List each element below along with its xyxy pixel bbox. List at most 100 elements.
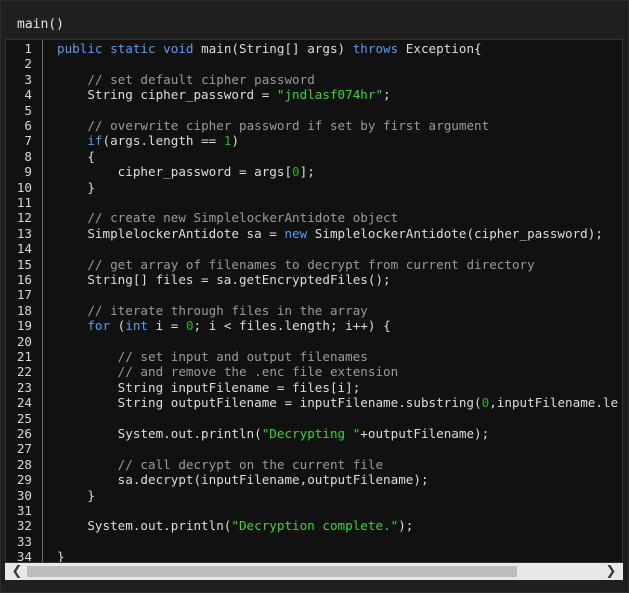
line-number: 4: [24, 87, 32, 103]
code-text: if(args.length == 1): [57, 133, 239, 148]
code-line: 22 // and remove the .enc file extension: [6, 364, 622, 379]
code-token: // overwrite cipher password if set by f…: [87, 118, 490, 133]
code-text: String inputFilename = files[i];: [57, 379, 361, 395]
line-number: 6: [24, 118, 32, 133]
code-token: if: [87, 133, 103, 149]
code-token: SimplelockerAntidote(cipher_password);: [307, 225, 603, 241]
code-editor[interactable]: 1 public static void main(String[] args) …: [5, 39, 623, 563]
code-token: }: [57, 487, 95, 503]
code-token: // iterate through files in the array: [87, 302, 368, 318]
code-line: 29 sa.decrypt(inputFilename,outputFilena…: [6, 472, 622, 487]
code-token: // set default cipher password: [87, 71, 315, 87]
line-number: 11: [16, 195, 32, 210]
line-number: 17: [16, 287, 32, 303]
code-token: 0: [292, 164, 300, 180]
scrollbar-thumb[interactable]: [27, 566, 517, 577]
code-text: // create new SimplelockerAntidote objec…: [57, 210, 398, 225]
code-text: for (int i = 0; i < files.length; i++) {: [57, 318, 391, 334]
line-number: 21: [16, 349, 32, 364]
code-token: System.out.println(: [57, 426, 262, 441]
code-text: SimplelockerAntidote sa = new Simplelock…: [57, 226, 603, 241]
line-number: 15: [16, 256, 32, 272]
code-token: Exception{: [398, 41, 482, 56]
code-token: // set input and output filenames: [117, 349, 368, 364]
code-line: 4 String cipher_password = "jndlasf074hr…: [6, 87, 622, 102]
code-text: public static void main(String[] args) t…: [57, 41, 482, 56]
code-text: // set input and output filenames: [57, 349, 368, 364]
line-number: 14: [16, 241, 32, 257]
code-token: throws: [352, 41, 399, 56]
code-token: // call decrypt on the current file: [117, 456, 384, 472]
code-token: SimplelockerAntidote sa =: [57, 225, 285, 241]
line-number: 10: [16, 179, 32, 195]
line-number: 3: [24, 71, 32, 87]
code-text: // set default cipher password: [57, 71, 315, 87]
code-token: public static void: [57, 41, 194, 56]
line-number: 5: [24, 102, 32, 118]
code-line: 6 // overwrite cipher password if set by…: [6, 118, 622, 133]
code-line: 25: [6, 411, 622, 426]
code-token: "Decrypting ": [261, 426, 361, 441]
code-token: "jndlasf074hr": [276, 87, 384, 103]
code-text: // get array of filenames to decrypt fro…: [57, 257, 534, 272]
code-line: 27: [6, 441, 622, 456]
horizontal-scrollbar[interactable]: ❮ ❯: [5, 563, 623, 580]
code-line: 30 }: [6, 488, 622, 503]
code-token: +outputFilename);: [360, 426, 490, 441]
code-line: 26 System.out.println("Decrypting "+outp…: [6, 426, 622, 441]
scroll-left-icon[interactable]: ❮: [7, 563, 27, 580]
code-line: 3 // set default cipher password: [6, 72, 622, 87]
line-number: 18: [16, 302, 32, 318]
code-line: 8 {: [6, 149, 622, 164]
code-token: // create new SimplelockerAntidote objec…: [87, 210, 399, 226]
code-text: // overwrite cipher password if set by f…: [57, 118, 489, 133]
line-number: 30: [16, 487, 32, 503]
code-line: 19 for (int i = 0; i < files.length; i++…: [6, 318, 622, 333]
code-token: );: [398, 518, 414, 534]
code-token: i =: [148, 318, 186, 334]
line-number: 7: [24, 133, 32, 149]
line-number: 31: [16, 503, 32, 518]
code-line: 11: [6, 195, 622, 210]
code-line: 20: [6, 334, 622, 349]
line-number: 1: [24, 41, 32, 56]
code-line: 18 // iterate through files in the array: [6, 303, 622, 318]
line-number: 20: [16, 333, 32, 349]
line-number: 28: [16, 456, 32, 472]
line-number: 32: [16, 518, 32, 534]
code-token: ;: [383, 87, 391, 103]
line-number: 9: [24, 164, 32, 180]
code-text: sa.decrypt(inputFilename,outputFilename)…: [57, 472, 429, 487]
code-token: int: [125, 318, 149, 334]
code-line: 16 String[] files = sa.getEncryptedFiles…: [6, 272, 622, 287]
code-line: 5: [6, 103, 622, 118]
code-token: System.out.println(: [57, 518, 232, 534]
line-number: 34: [16, 549, 32, 563]
code-token: new: [284, 225, 308, 241]
code-token: ,inputFilename.le: [489, 395, 619, 411]
code-text: }: [57, 180, 95, 195]
code-text: System.out.println("Decrypting "+outputF…: [57, 426, 490, 441]
code-token: ; i < files.length; i++) {: [193, 318, 391, 334]
code-line: 7 if(args.length == 1): [6, 133, 622, 148]
code-text: // and remove the .enc file extension: [57, 364, 399, 379]
code-line: 34}: [6, 549, 622, 563]
code-text: String outputFilename = inputFilename.su…: [57, 395, 618, 410]
code-line: 33: [6, 534, 622, 549]
scroll-right-icon[interactable]: ❯: [601, 563, 621, 580]
code-token: ): [231, 133, 240, 149]
code-text: }: [57, 488, 95, 503]
code-text: {: [57, 149, 95, 164]
line-number: 33: [16, 533, 32, 549]
code-text: cipher_password = args[0];: [57, 164, 315, 179]
code-token: String inputFilename = files[i];: [57, 379, 361, 395]
line-number: 24: [16, 395, 32, 411]
